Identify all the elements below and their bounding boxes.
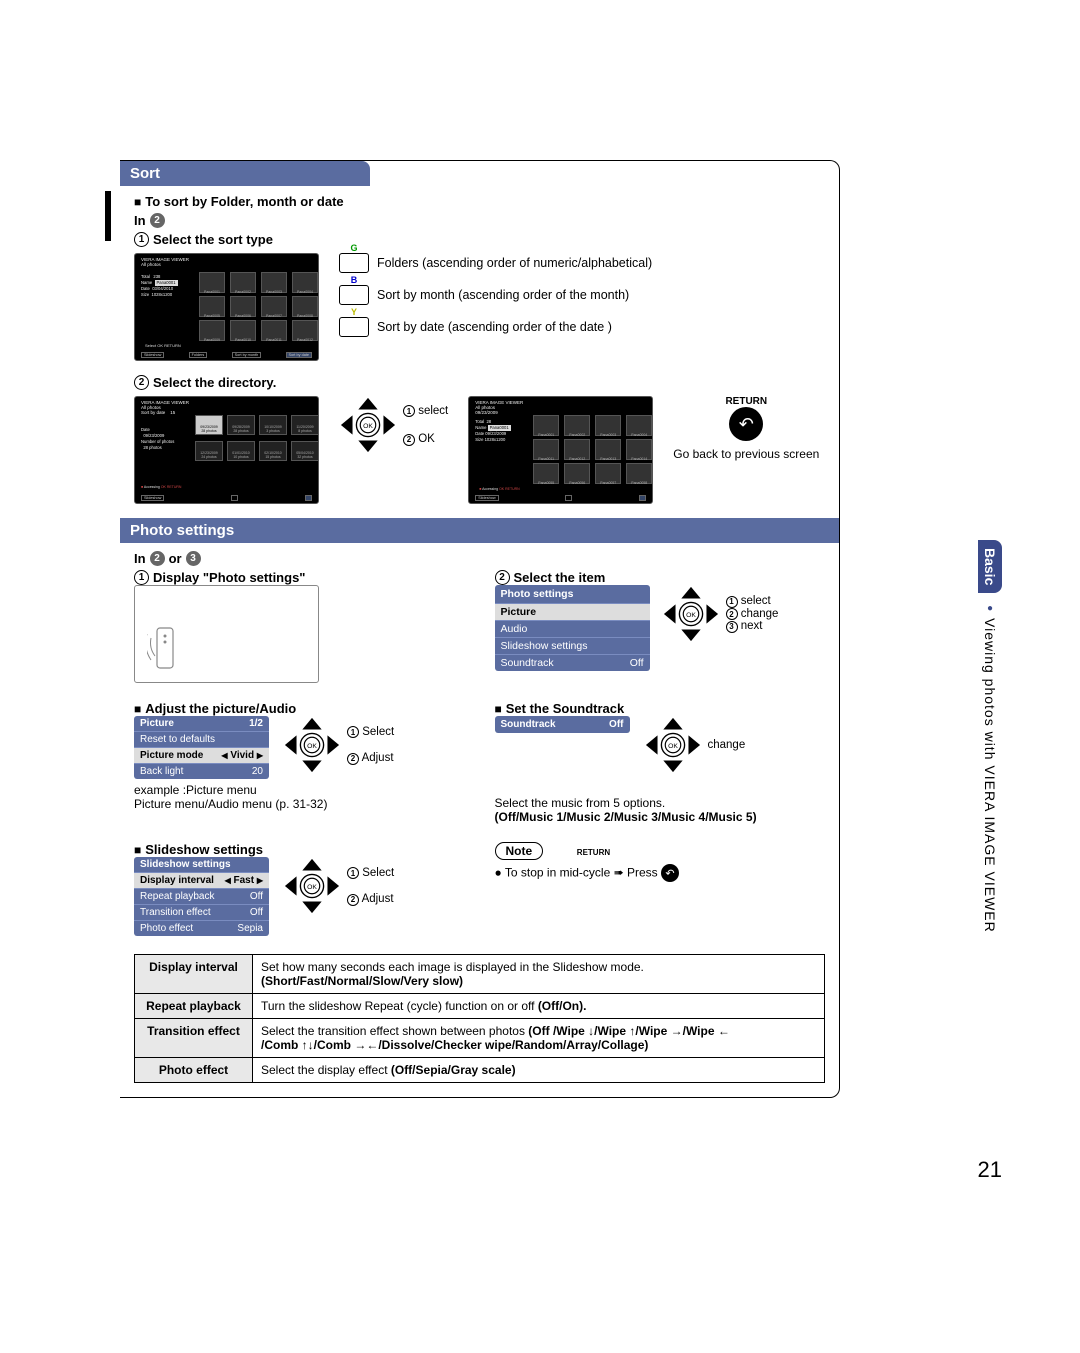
return-text: Go back to previous screen [673, 447, 819, 463]
side-tab-label: Viewing photos with VIERA IMAGE VIEWER [982, 618, 998, 933]
key-g-label: Folders (ascending order of numeric/alph… [377, 256, 652, 270]
navpad-step2: OK 1 select 2 OK [339, 396, 448, 454]
navpad-select-label: select [418, 405, 448, 417]
example-label: example :Picture menu [134, 783, 465, 797]
bullet-icon: ■ [134, 195, 141, 209]
svg-text:OK: OK [668, 743, 678, 750]
photo-in-label: In [134, 551, 146, 566]
sort-step1-text: Select the sort type [153, 232, 273, 247]
picture-menu-backlight[interactable]: Back light [140, 766, 183, 777]
note-pill: Note [495, 842, 544, 860]
step-1-icon: 1 [134, 232, 149, 247]
options-table: Display interval Set how many seconds ea… [134, 954, 825, 1083]
photo-step1-text: Display "Photo settings" [153, 570, 305, 585]
sort-in-label: In [134, 213, 146, 228]
return-label: RETURN [673, 396, 819, 407]
photo-or-label: or [169, 551, 182, 566]
navpad-ok-label: OK [418, 433, 435, 445]
opt-transition-effect: Transition effect [135, 1019, 253, 1058]
pic-nav-select: Select [362, 726, 394, 738]
page-number: 21 [978, 1157, 1002, 1183]
main-frame: Sort ■ To sort by Folder, month or date … [120, 160, 840, 1098]
side-tab-basic: Basic [978, 540, 1002, 593]
menu-item-soundtrack[interactable]: Soundtrack [501, 657, 554, 669]
note-text: To stop in mid-cycle ➠ Press [505, 866, 658, 880]
example-ref: Picture menu/Audio menu (p. 31-32) [134, 797, 465, 811]
opt-display-interval: Display interval [135, 955, 253, 994]
sound-options-text: (Off/Music 1/Music 2/Music 3/Music 4/Mus… [495, 810, 826, 824]
slide-nav-adjust: Adjust [362, 893, 394, 905]
section-photo-title: Photo settings [120, 518, 839, 543]
menu-title: Photo settings [495, 585, 650, 603]
menu-item-picture[interactable]: Picture [501, 606, 537, 618]
nav-change-label: change [741, 608, 779, 620]
dpad-sound-icon[interactable]: OK [644, 716, 702, 774]
return-button-icon[interactable]: ↶ [729, 407, 763, 441]
slideshow-settings-heading: Slideshow settings [145, 842, 263, 857]
svg-text:OK: OK [363, 423, 373, 430]
menu-item-audio[interactable]: Audio [501, 623, 528, 635]
key-b-row: Sort by month (ascending order of the mo… [339, 285, 652, 305]
adjust-picture-heading: Adjust the picture/Audio [145, 701, 296, 716]
slideshow-menu: Slideshow settings Display interval◀ Fas… [134, 857, 269, 936]
menu-item-slideshow[interactable]: Slideshow settings [501, 640, 588, 652]
opt-repeat-playback: Repeat playback [135, 994, 253, 1019]
picture-menu-mode[interactable]: Picture mode [140, 750, 203, 761]
picture-menu: Picture1/2 Reset to defaults Picture mod… [134, 716, 269, 779]
yellow-key-icon[interactable] [339, 317, 369, 337]
remote-icon [147, 626, 183, 670]
section-sort-title: Sort [120, 161, 370, 186]
dpad-icon[interactable]: OK [339, 396, 397, 454]
note-return-label: RETURN [577, 848, 610, 857]
dpad-slide-icon[interactable]: OK [283, 857, 341, 915]
green-key-icon[interactable] [339, 253, 369, 273]
slide-display-interval[interactable]: Display interval [140, 875, 214, 886]
sound-change-label: change [708, 739, 746, 751]
dpad-photo-icon[interactable]: OK [662, 585, 720, 643]
slide-repeat[interactable]: Repeat playback [140, 891, 215, 902]
return-tiny-icon[interactable]: ↶ [661, 864, 679, 882]
photo-settings-menu: Photo settings Picture Audio Slideshow s… [495, 585, 650, 671]
nav-next-label: next [741, 620, 763, 632]
svg-text:OK: OK [307, 743, 317, 750]
sort-heading: ■ To sort by Folder, month or date [134, 194, 825, 209]
step-2-icon: 2 [134, 375, 149, 390]
dpad-pic-icon[interactable]: OK [283, 716, 341, 774]
sort-step2-text: Select the directory. [153, 375, 276, 390]
photo-ref-2: 2 [150, 551, 165, 566]
tv-sort-by-date: VIERA IMAGE VIEWERAll photosSort by date… [134, 396, 319, 504]
tv-date-photos: VIERA IMAGE VIEWERAll photos09/23/2009 T… [468, 396, 653, 504]
soundtrack-heading: Set the Soundtrack [506, 701, 624, 716]
side-tab: Basic ● Viewing photos with VIERA IMAGE … [978, 540, 1002, 933]
return-block: RETURN ↶ Go back to previous screen [673, 396, 819, 463]
key-y-label: Sort by date (ascending order of the dat… [377, 320, 612, 334]
step-ref-2: 2 [150, 213, 165, 228]
display-photo-settings-box [134, 585, 319, 683]
photo-ref-3: 3 [186, 551, 201, 566]
photo-step2-text: Select the item [514, 570, 606, 585]
side-tab-bullet: ● [985, 603, 996, 614]
key-g-row: Folders (ascending order of numeric/alph… [339, 253, 652, 273]
opt-photo-effect: Photo effect [135, 1058, 253, 1083]
sort-heading-text: To sort by Folder, month or date [145, 194, 343, 209]
pic-nav-adjust: Adjust [362, 752, 394, 764]
nav-select-label: select [741, 595, 771, 607]
svg-text:OK: OK [686, 612, 696, 619]
photo-step-2-icon: 2 [495, 570, 510, 585]
sound-select-text: Select the music from 5 options. [495, 796, 826, 810]
photo-step-1-icon: 1 [134, 570, 149, 585]
slide-nav-select: Select [362, 867, 394, 879]
blue-key-icon[interactable] [339, 285, 369, 305]
svg-text:OK: OK [307, 884, 317, 891]
picture-menu-reset[interactable]: Reset to defaults [140, 734, 215, 745]
key-y-row: Sort by date (ascending order of the dat… [339, 317, 652, 337]
sort-in-row: In 2 [134, 213, 825, 228]
key-b-label: Sort by month (ascending order of the mo… [377, 288, 629, 302]
slide-transition[interactable]: Transition effect [140, 907, 211, 918]
tv-all-photos: VIERA IMAGE VIEWERAll photos Total 238 N… [134, 253, 319, 361]
soundtrack-menu[interactable]: SoundtrackOff [495, 716, 630, 733]
slide-photo-effect[interactable]: Photo effect [140, 923, 193, 934]
note-bullet-icon: ● [495, 866, 502, 880]
